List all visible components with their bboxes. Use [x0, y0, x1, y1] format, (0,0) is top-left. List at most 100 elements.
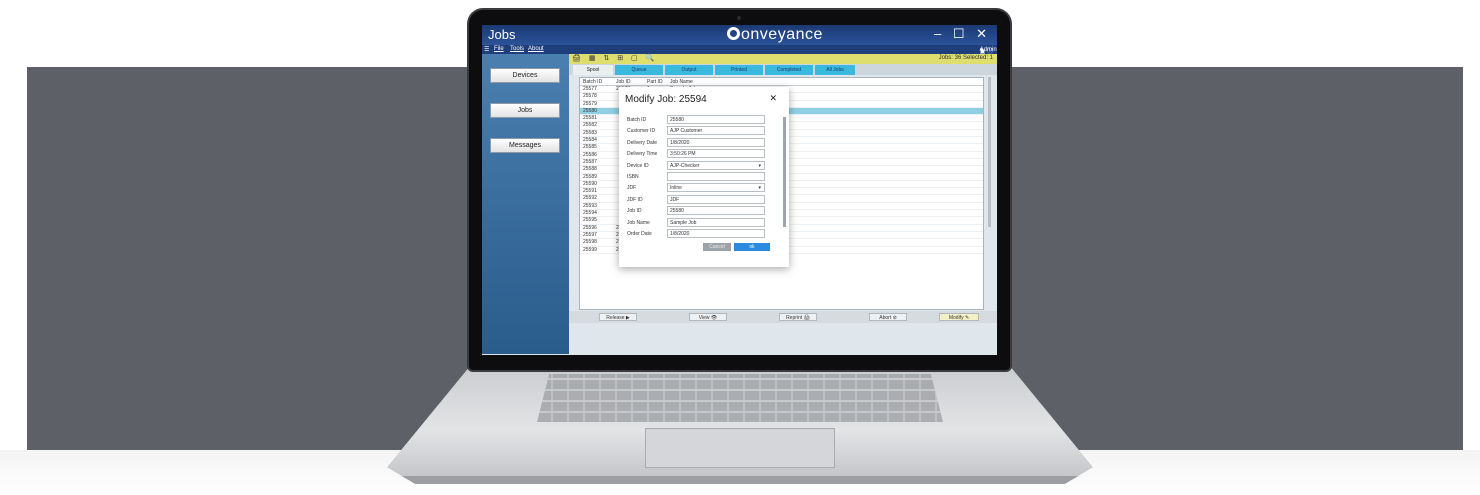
form-row: ISBN: [627, 172, 777, 182]
form-row: Job ID 25580: [627, 206, 777, 216]
batch-id-cell: 25595: [583, 217, 597, 224]
window-title: Jobs: [488, 27, 516, 42]
field-value: 1/8/2020: [670, 139, 690, 146]
status-tabs: Spool Queue Output Printed Completed All…: [569, 64, 997, 75]
column-header[interactable]: Job Name: [670, 79, 693, 85]
modify-job-dialog: Modify Job: 25594 ✕ Batch ID 25580 Custome…: [619, 87, 789, 267]
text-field[interactable]: Sample Job: [667, 217, 765, 227]
app-screen: Jobs onveyance – ☐ ✕ ☰ File Tools About …: [482, 25, 997, 355]
batch-id-cell: 25590: [583, 180, 597, 187]
text-field[interactable]: 3:50:26 PM: [667, 149, 765, 159]
batch-id-cell: 25583: [583, 129, 597, 136]
batch-id-cell: 25594: [583, 210, 597, 217]
field-label: Job Name: [627, 219, 650, 226]
tab-printed[interactable]: Printed: [715, 65, 763, 75]
stage: Jobs onveyance – ☐ ✕ ☰ File Tools About …: [0, 0, 1480, 495]
field-label: Customer ID: [627, 128, 656, 135]
brand-c-icon: [727, 27, 740, 40]
sidebar: Devices Jobs Messages: [482, 54, 569, 354]
menu-tools[interactable]: Tools: [510, 46, 524, 52]
form-row: Delivery Date 1/8/2020: [627, 137, 777, 148]
laptop-key-rows: [537, 374, 943, 422]
text-field[interactable]: 1/8/2020: [667, 229, 765, 238]
batch-id-cell: 25577: [583, 86, 597, 92]
text-field[interactable]: 25580: [667, 206, 765, 216]
webcam-icon: [737, 16, 741, 20]
abort-button[interactable]: Abort ⊘: [869, 313, 907, 321]
form-row: Delivery Time 3:50:26 PM: [627, 149, 777, 159]
release-button[interactable]: Release ▶: [599, 313, 637, 321]
batch-id-cell: 25579: [583, 100, 597, 107]
reprint-button[interactable]: Reprint 🖨: [779, 313, 817, 321]
column-header[interactable]: Job ID: [616, 79, 630, 85]
view-button[interactable]: View 👁: [689, 313, 727, 321]
text-field[interactable]: 25580: [667, 115, 765, 124]
form-row: JDF Inline ▾: [627, 183, 777, 193]
batch-id-cell: 25578: [583, 93, 597, 100]
column-header[interactable]: Batch ID: [583, 79, 602, 85]
ok-button[interactable]: ok: [734, 243, 770, 251]
tab-all-jobs[interactable]: All Jobs: [815, 65, 855, 75]
tab-queue[interactable]: Queue: [615, 65, 663, 75]
dialog-scrollbar[interactable]: [783, 117, 786, 227]
sidebar-item-jobs[interactable]: Jobs: [490, 103, 560, 118]
field-value: JDF: [670, 196, 680, 203]
batch-id-cell: 25592: [583, 195, 597, 202]
close-icon[interactable]: ✕: [769, 93, 777, 104]
field-label: Delivery Time: [627, 151, 658, 158]
field-value: 3:50:26 PM: [670, 151, 696, 158]
field-value: AJP-Checker: [670, 162, 700, 169]
text-field[interactable]: 1/8/2020: [667, 137, 765, 147]
field-value: AJP Customer: [670, 128, 703, 135]
field-value: Inline: [670, 185, 682, 192]
select-field[interactable]: AJP-Checker ▾: [667, 160, 765, 170]
batch-id-cell: 25588: [583, 166, 597, 173]
batch-id-cell: 25599: [583, 246, 597, 253]
field-label: ISBN: [627, 174, 639, 180]
toolbar-icons[interactable]: 🖨 ▦ ⇅ ⊞ ▢ 🔍: [572, 54, 657, 62]
user-name: Admin: [979, 47, 997, 53]
tab-spool[interactable]: Spool: [573, 65, 613, 75]
batch-id-cell: 25593: [583, 202, 597, 209]
text-field[interactable]: [667, 172, 765, 181]
batch-id-cell: 25586: [583, 151, 597, 158]
field-label: JDF ID: [627, 196, 643, 203]
text-field[interactable]: AJP Customer: [667, 126, 765, 136]
batch-id-cell: 25589: [583, 173, 597, 180]
field-label: Device ID: [627, 162, 649, 169]
chevron-down-icon[interactable]: ▾: [758, 162, 761, 170]
brand-text: onveyance: [741, 26, 823, 43]
menu-file[interactable]: File: [494, 46, 504, 52]
menu-bar: ☰ File Tools About ● Admin ▣ ⓘ: [482, 45, 997, 55]
job-count-status: Jobs: 36 Selected: 1: [938, 55, 993, 61]
field-value: 1/8/2020: [670, 231, 690, 237]
toolbar: 🖨 ▦ ⇅ ⊞ ▢ 🔍 Jobs: 36 Selected: 1: [569, 54, 997, 64]
batch-id-cell: 25584: [583, 137, 597, 144]
tab-completed[interactable]: Completed: [765, 65, 813, 75]
chevron-down-icon[interactable]: ▾: [758, 184, 761, 192]
batch-id-cell: 25587: [583, 158, 597, 165]
table-scrollbar[interactable]: [988, 77, 991, 227]
laptop-lid: Jobs onveyance – ☐ ✕ ☰ File Tools About …: [469, 10, 1010, 370]
field-label: JDF: [627, 185, 637, 192]
select-field[interactable]: Inline ▾: [667, 183, 765, 193]
form-row: Device ID AJP-Checker ▾: [627, 160, 777, 171]
field-value: Sample Job: [670, 219, 697, 226]
action-bar: Release ▶ View 👁 Reprint 🖨 Abort ⊘ Modif…: [569, 311, 997, 323]
modify-button[interactable]: Modify ✎: [939, 313, 979, 321]
batch-id-cell: 25591: [583, 188, 597, 195]
column-header[interactable]: Part ID: [647, 79, 663, 85]
tab-output[interactable]: Output: [665, 65, 713, 75]
field-value: 25580: [670, 208, 684, 215]
sidebar-item-devices[interactable]: Devices: [490, 68, 560, 83]
form-row: JDF ID JDF: [627, 194, 777, 205]
sidebar-item-messages[interactable]: Messages: [490, 138, 560, 153]
laptop-trackpad: [645, 428, 835, 468]
hamburger-icon[interactable]: ☰: [484, 46, 489, 53]
text-field[interactable]: JDF: [667, 194, 765, 204]
table-header: Batch ID Job ID Part ID Job Name: [580, 78, 983, 86]
menu-about[interactable]: About: [528, 46, 544, 52]
batch-id-cell: 25585: [583, 144, 597, 151]
cancel-button[interactable]: Cancel: [703, 243, 731, 251]
window-controls[interactable]: – ☐ ✕: [934, 26, 991, 42]
